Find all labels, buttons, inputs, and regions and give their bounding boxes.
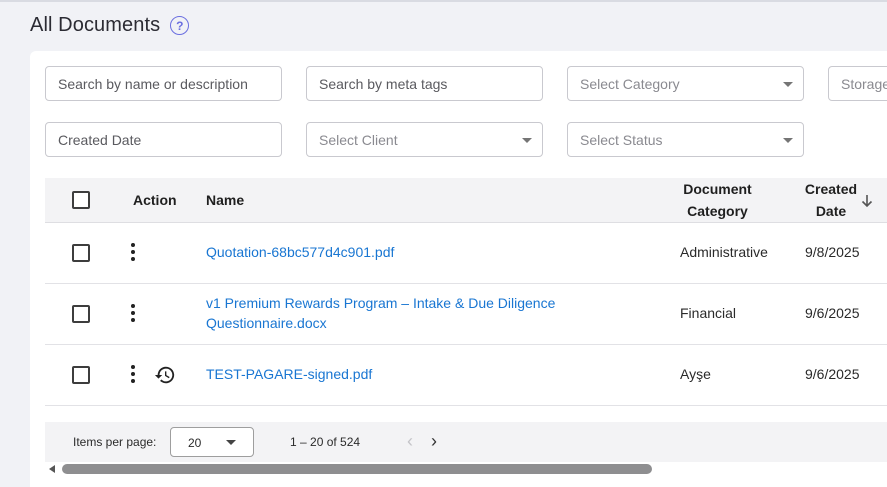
page-size-value: 20 — [188, 436, 202, 450]
row-checkbox[interactable] — [72, 244, 90, 262]
column-category-line1: Document — [683, 181, 752, 197]
category-placeholder: Select Category — [580, 75, 680, 92]
chevron-down-icon — [783, 138, 793, 143]
paginator: Items per page: 20 1 – 20 of 524 ‹ › — [45, 422, 887, 462]
arrow-down-icon[interactable] — [861, 194, 873, 208]
items-per-page-label: Items per page: — [73, 435, 157, 449]
page-size-select[interactable]: 20 — [170, 427, 254, 457]
created-date: 9/8/2025 — [805, 244, 860, 260]
created-date-placeholder: Created Date — [58, 131, 142, 148]
chevron-down-icon — [226, 440, 236, 445]
storage-select[interactable]: Storage — [828, 66, 887, 101]
page-header: All Documents ? — [30, 14, 190, 37]
document-name-link[interactable]: Quotation-68bc577d4c901.pdf — [206, 242, 394, 262]
created-date: 9/6/2025 — [805, 366, 860, 382]
storage-placeholder: Storage — [841, 75, 887, 92]
table-row[interactable]: v1 Premium Rewards Program – Intake & Du… — [45, 284, 887, 345]
row-checkbox[interactable] — [72, 366, 90, 384]
document-name-line2: Questionnaire.docx — [206, 315, 327, 331]
chevron-down-icon — [783, 82, 793, 87]
created-date: 9/6/2025 — [805, 305, 860, 321]
table-row[interactable]: TEST-PAGARE-signed.pdf Ayşe 9/6/2025 — [45, 345, 887, 406]
table-header: Action Name Document Category Created Da… — [45, 178, 887, 223]
search-meta-input[interactable]: Search by meta tags — [306, 66, 543, 101]
column-name[interactable]: Name — [206, 192, 244, 208]
select-all-checkbox[interactable] — [72, 191, 90, 209]
document-name-link[interactable]: TEST-PAGARE-signed.pdf — [206, 364, 372, 384]
more-vert-icon[interactable] — [128, 304, 138, 324]
scroll-left-arrow[interactable] — [49, 465, 55, 473]
document-name-link[interactable]: v1 Premium Rewards Program – Intake & Du… — [206, 293, 555, 333]
column-created-line2: Date — [815, 203, 847, 219]
page-range-label: 1 – 20 of 524 — [290, 435, 361, 449]
next-page-button[interactable]: › — [424, 431, 444, 453]
created-date-input[interactable]: Created Date — [45, 122, 282, 157]
column-created-date[interactable]: Created Date — [797, 178, 865, 222]
status-placeholder: Select Status — [580, 131, 663, 148]
help-icon[interactable]: ? — [170, 16, 190, 35]
top-divider — [0, 0, 887, 2]
column-category-line2: Category — [687, 203, 748, 219]
client-placeholder: Select Client — [319, 131, 398, 148]
horizontal-scrollbar[interactable] — [62, 464, 652, 474]
document-category: Ayşe — [680, 366, 711, 382]
document-category: Administrative — [680, 244, 768, 260]
more-vert-icon[interactable] — [128, 243, 138, 263]
column-action: Action — [133, 192, 177, 208]
document-category: Financial — [680, 305, 737, 321]
previous-page-button[interactable]: ‹ — [400, 431, 420, 453]
search-name-placeholder: Search by name or description — [58, 75, 248, 92]
more-vert-icon[interactable] — [128, 365, 138, 385]
page-title: All Documents — [30, 14, 161, 36]
column-created-line1: Created — [804, 181, 858, 197]
chevron-down-icon — [522, 138, 532, 143]
column-document-category[interactable]: Document Category — [675, 178, 760, 222]
category-select[interactable]: Select Category — [567, 66, 804, 101]
document-name-line1: v1 Premium Rewards Program – Intake & Du… — [206, 295, 556, 311]
row-checkbox[interactable] — [72, 305, 90, 323]
client-select[interactable]: Select Client — [306, 122, 543, 157]
status-select[interactable]: Select Status — [567, 122, 804, 157]
search-name-input[interactable]: Search by name or description — [45, 66, 282, 101]
table-row[interactable]: Quotation-68bc577d4c901.pdf Administrati… — [45, 223, 887, 284]
search-meta-placeholder: Search by meta tags — [319, 75, 448, 92]
history-icon[interactable] — [154, 364, 176, 386]
